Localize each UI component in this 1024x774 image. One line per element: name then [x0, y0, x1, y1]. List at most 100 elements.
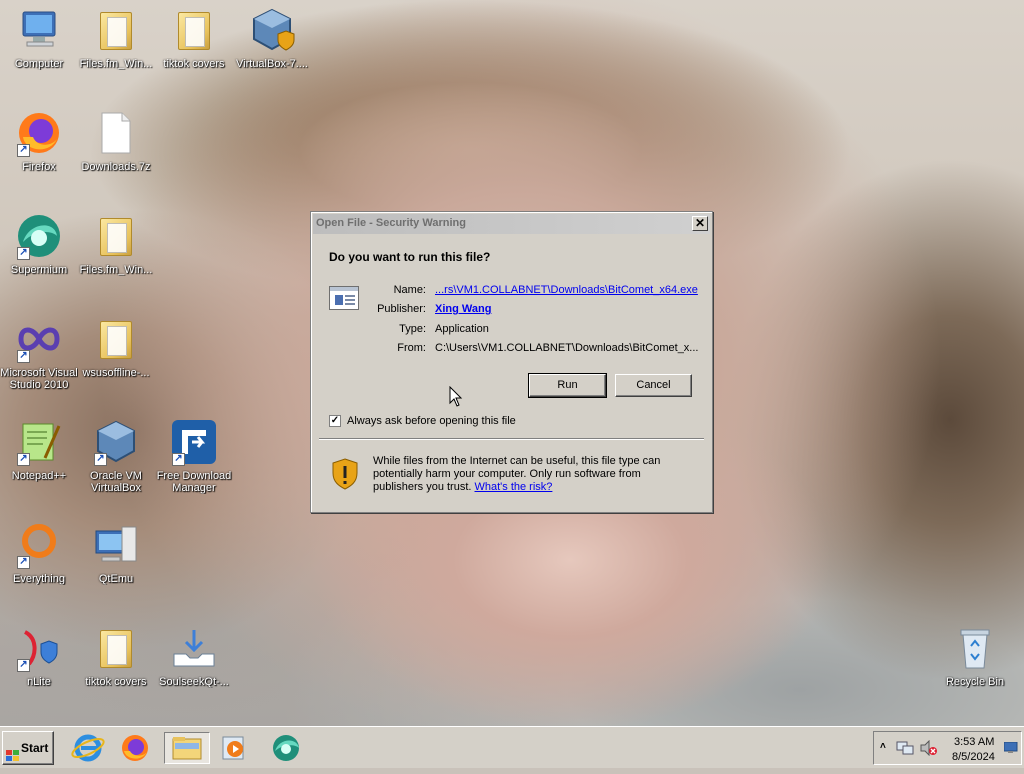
virtualbox-icon: ↗	[92, 418, 140, 466]
nlite-icon: ↗	[15, 624, 63, 672]
notepad-plus-plus-icon: ↗	[15, 418, 63, 466]
desktop-icon-label: nLite	[27, 676, 51, 688]
whats-the-risk-link[interactable]: What's the risk?	[475, 481, 553, 493]
type-value: Application	[435, 323, 489, 335]
firefox-icon: ↗	[15, 109, 63, 157]
name-key: Name:	[393, 284, 426, 296]
desktop-icon-nlite[interactable]: ↗ nLite	[0, 624, 78, 688]
shortcut-arrow-icon: ↗	[94, 453, 107, 466]
computer-icon	[15, 6, 63, 54]
always-ask-checkbox[interactable]: ✓	[329, 415, 341, 427]
always-ask-label[interactable]: Always ask before opening this file	[347, 415, 516, 427]
supermium-icon: ↗	[15, 212, 63, 260]
desktop-icon-tiktok-covers-2[interactable]: tiktok covers	[77, 624, 155, 688]
windows-flag-icon	[6, 742, 20, 761]
desktop-icon-files-fm-1[interactable]: Files.fm_Win...	[77, 6, 155, 70]
desktop-icon-label: Files.fm_Win...	[79, 58, 153, 70]
shortcut-arrow-icon: ↗	[17, 659, 30, 672]
publisher-link[interactable]: Xing Wang	[435, 303, 491, 315]
shortcut-arrow-icon: ↗	[17, 247, 30, 260]
desktop-icon-label: Downloads.7z	[81, 161, 151, 173]
cancel-button[interactable]: Cancel	[615, 374, 692, 397]
desktop-icon-label: tiktok covers	[85, 676, 147, 688]
desktop-icon-soulseekqt[interactable]: SoulseekQt-...	[155, 624, 233, 688]
shortcut-arrow-icon: ↗	[17, 144, 30, 157]
supermium-taskbar-icon[interactable]	[269, 732, 303, 764]
application-file-icon	[329, 286, 359, 310]
desktop-icon-label: tiktok covers	[163, 58, 225, 70]
desktop-icon-label: wsusoffline-...	[82, 367, 150, 379]
desktop-icon-label: Recycle Bin	[945, 676, 1005, 688]
show-desktop-icon[interactable]	[1003, 741, 1018, 757]
mouse-pointer-icon	[449, 385, 463, 408]
desktop-icon-firefox[interactable]: ↗ Firefox	[0, 109, 78, 173]
from-key: From:	[397, 342, 426, 354]
start-label: Start	[21, 741, 49, 755]
file-name-link[interactable]: ...rs\VM1.COLLABNET\Downloads\BitComet_x…	[435, 284, 698, 296]
everything-search-icon: ↗	[15, 521, 63, 569]
desktop-icon-label: Microsoft Visual Studio 2010	[0, 367, 78, 391]
shortcut-arrow-icon: ↗	[17, 556, 30, 569]
warning-text: While files from the Internet can be use…	[373, 455, 693, 494]
dialog-separator	[319, 438, 704, 440]
desktop-icon-qtemu[interactable]: QtEmu	[77, 521, 155, 585]
desktop-icon-label: VirtualBox-7....	[236, 58, 308, 70]
soulseek-installer-icon	[170, 624, 218, 672]
taskbar: Start ˄ 3:53 AM 8/5/2024	[0, 726, 1024, 768]
explorer-taskbar-icon[interactable]	[164, 732, 210, 764]
close-icon[interactable]: ✕	[692, 216, 708, 231]
type-key: Type:	[399, 323, 426, 335]
desktop-icon-oracle-virtualbox[interactable]: ↗ Oracle VM VirtualBox	[77, 418, 155, 494]
desktop-icon-wsusoffline[interactable]: wsusoffline-...	[77, 315, 155, 379]
dialog-title: Open File - Security Warning	[316, 217, 466, 229]
start-button[interactable]: Start	[2, 731, 54, 765]
dialog-titlebar[interactable]: Open File - Security Warning ✕	[313, 214, 710, 234]
desktop-icon-label: Files.fm_Win...	[79, 264, 153, 276]
internet-explorer-icon[interactable]	[71, 732, 105, 764]
desktop-icon-label: Computer	[14, 58, 64, 70]
desktop-icon-downloads-7z[interactable]: Downloads.7z	[77, 109, 155, 173]
desktop-icon-notepad-plus-plus[interactable]: ↗ Notepad++	[0, 418, 78, 482]
from-value: C:\Users\VM1.COLLABNET\Downloads\BitCome…	[435, 342, 699, 354]
desktop-icon-virtualbox-installer[interactable]: VirtualBox-7....	[233, 6, 311, 70]
clock-date[interactable]: 8/5/2024	[952, 751, 995, 763]
run-button[interactable]: Run	[528, 373, 607, 398]
desktop-icon-supermium[interactable]: ↗ Supermium	[0, 212, 78, 276]
desktop-icon-recycle-bin[interactable]: Recycle Bin	[936, 624, 1014, 688]
desktop-icon-files-fm-2[interactable]: Files.fm_Win...	[77, 212, 155, 276]
desktop-icon-label: Oracle VM VirtualBox	[90, 470, 142, 494]
virtualbox-installer-icon	[248, 6, 296, 54]
firefox-taskbar-icon[interactable]	[118, 732, 152, 764]
system-tray: ˄ 3:53 AM 8/5/2024	[873, 731, 1022, 765]
desktop-icon-label: Supermium	[10, 264, 68, 276]
desktop-icon-label: SoulseekQt-...	[159, 676, 229, 688]
desktop-icon-free-download-manager[interactable]: ↗ Free Download Manager	[155, 418, 233, 494]
security-warning-dialog: Open File - Security Warning ✕ Do you wa…	[310, 211, 713, 513]
desktop-icon-label: Everything	[13, 573, 65, 585]
qtemu-icon	[92, 521, 140, 569]
desktop-icon-tiktok-covers-1[interactable]: tiktok covers	[155, 6, 233, 70]
folder-icon	[92, 315, 140, 363]
network-icon[interactable]	[896, 740, 914, 759]
recycle-bin-icon	[951, 624, 999, 672]
desktop-icon-label: Free Download Manager	[156, 470, 232, 494]
warning-shield-icon	[331, 458, 359, 490]
shortcut-arrow-icon: ↗	[17, 350, 30, 363]
publisher-key: Publisher:	[377, 303, 426, 315]
folder-icon	[92, 624, 140, 672]
media-player-icon[interactable]	[218, 732, 252, 764]
desktop-icon-label: Firefox	[22, 161, 56, 173]
show-hidden-icons-icon[interactable]: ˄	[880, 741, 886, 752]
folder-icon	[92, 6, 140, 54]
folder-icon	[170, 6, 218, 54]
folder-icon	[92, 212, 140, 260]
clock-time[interactable]: 3:53 AM	[954, 736, 994, 748]
shortcut-arrow-icon: ↗	[172, 453, 185, 466]
desktop-icon-computer[interactable]: Computer	[0, 6, 78, 70]
desktop-icon-label: Notepad++	[11, 470, 67, 482]
desktop-icon-everything[interactable]: ↗ Everything	[0, 521, 78, 585]
dialog-question: Do you want to run this file?	[329, 250, 491, 264]
shortcut-arrow-icon: ↗	[17, 453, 30, 466]
volume-muted-icon[interactable]	[920, 739, 938, 759]
desktop-icon-visual-studio[interactable]: ↗ Microsoft Visual Studio 2010	[0, 315, 78, 391]
